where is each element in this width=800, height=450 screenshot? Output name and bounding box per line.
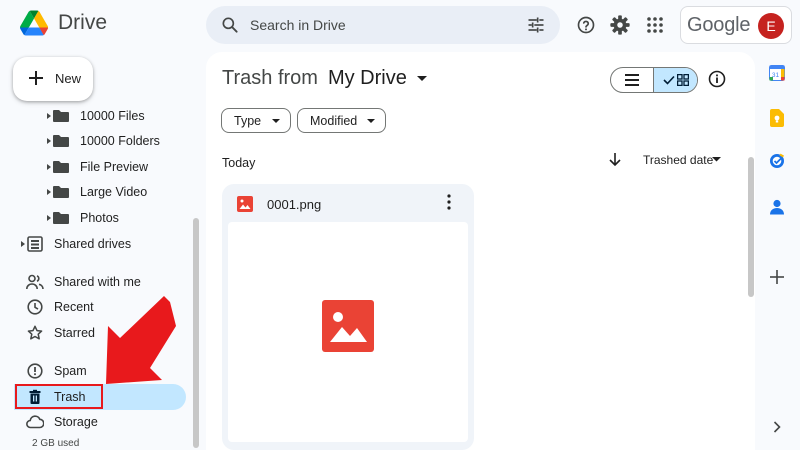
sidebar-item-label: Shared with me xyxy=(54,275,141,289)
grid-view-icon xyxy=(676,74,689,86)
plus-icon xyxy=(26,68,46,88)
file-name: 0001.png xyxy=(267,197,322,212)
search-icon[interactable] xyxy=(220,15,240,35)
chevron-down-icon xyxy=(367,119,375,124)
list-view-button[interactable] xyxy=(611,68,655,92)
list-view-icon xyxy=(625,74,639,86)
folder-icon xyxy=(52,108,70,125)
sidebar-scrollbar[interactable] xyxy=(193,218,199,448)
spam-icon xyxy=(26,362,44,380)
search-input[interactable]: Search in Drive xyxy=(250,17,346,33)
keep-icon[interactable] xyxy=(768,109,786,127)
sidebar-folder-photos[interactable]: Photos xyxy=(0,205,190,231)
info-icon[interactable] xyxy=(708,70,726,88)
sidebar-item-storage[interactable]: Storage xyxy=(0,409,190,435)
folder-icon xyxy=(52,209,70,227)
main-content: Trash from My Drive Type Modified Today … xyxy=(206,52,755,450)
account-switcher[interactable]: Google E xyxy=(680,6,792,44)
chevron-down-icon xyxy=(272,119,280,124)
folder-icon xyxy=(52,132,70,150)
help-icon[interactable] xyxy=(574,13,598,37)
apps-grid-icon[interactable] xyxy=(643,13,667,37)
sidebar-item-shared-drives[interactable]: Shared drives xyxy=(0,231,190,257)
drive-logo[interactable]: Drive xyxy=(20,10,107,36)
sidebar-folder-10000-folders[interactable]: 10000 Folders xyxy=(0,128,190,154)
new-button-label: New xyxy=(55,71,82,86)
search-options-icon[interactable] xyxy=(526,15,546,35)
clock-icon xyxy=(26,298,44,316)
modified-filter-chip[interactable]: Modified xyxy=(297,108,386,133)
svg-text:31: 31 xyxy=(772,72,780,79)
modified-filter-label: Modified xyxy=(310,113,358,128)
chevron-right-icon[interactable] xyxy=(768,418,786,436)
sidebar-item-label: Photos xyxy=(80,211,119,225)
avatar[interactable]: E xyxy=(758,13,784,39)
location-caret-icon[interactable] xyxy=(416,75,427,82)
drive-logo-icon xyxy=(20,10,48,36)
folder-icon xyxy=(52,158,70,176)
grid-view-button[interactable] xyxy=(654,68,697,92)
add-addon-plus-icon[interactable] xyxy=(768,268,786,286)
chevron-down-icon[interactable] xyxy=(712,157,721,162)
sidebar-item-label: 10000 Files xyxy=(80,109,145,123)
google-brand-text: Google xyxy=(687,14,751,36)
file-card[interactable]: 0001.png xyxy=(222,184,474,450)
annotation-arrow-icon xyxy=(70,292,180,384)
new-button[interactable]: New xyxy=(13,57,93,101)
folder-icon xyxy=(52,183,70,201)
tasks-icon[interactable] xyxy=(768,152,786,170)
sidebar-item-label: 10000 Folders xyxy=(80,134,160,148)
sort-direction-arrow-icon[interactable] xyxy=(608,152,622,168)
highlight-box-annotation xyxy=(15,384,103,409)
shared-drives-icon xyxy=(26,235,44,253)
sidebar-item-label: Shared drives xyxy=(54,237,132,251)
storage-used-text: 2 GB used xyxy=(32,438,80,449)
sidebar-folder-10000-files[interactable]: 10000 Files xyxy=(0,108,190,129)
check-icon xyxy=(662,75,675,85)
sidebar-folder-file-preview[interactable]: File Preview xyxy=(0,154,190,180)
sidebar-item-label: File Preview xyxy=(80,160,149,174)
location-dropdown[interactable]: My Drive xyxy=(328,67,407,90)
image-icon xyxy=(237,196,253,212)
search-bar[interactable]: Search in Drive xyxy=(206,6,560,44)
image-placeholder-icon xyxy=(322,300,374,352)
file-thumbnail[interactable] xyxy=(228,222,468,442)
star-icon xyxy=(26,324,44,342)
page-title: Trash from My Drive xyxy=(222,67,427,90)
sidebar-item-label: Storage xyxy=(54,415,98,429)
more-options-icon[interactable] xyxy=(447,194,451,210)
app-name: Drive xyxy=(58,11,108,34)
calendar-icon[interactable]: 31 xyxy=(768,64,786,82)
settings-gear-icon[interactable] xyxy=(608,13,632,37)
type-filter-chip[interactable]: Type xyxy=(221,108,291,133)
sidebar-item-label: Large Video xyxy=(80,185,148,199)
people-icon xyxy=(26,273,44,291)
view-toggle[interactable] xyxy=(610,67,698,93)
section-header-today: Today xyxy=(222,156,256,170)
type-filter-label: Type xyxy=(234,113,262,128)
sidebar-folder-large-video[interactable]: Large Video xyxy=(0,179,190,205)
contacts-icon[interactable] xyxy=(768,198,786,216)
sort-by-dropdown[interactable]: Trashed date xyxy=(643,153,713,167)
main-scrollbar[interactable] xyxy=(748,157,754,297)
cloud-icon xyxy=(26,413,44,431)
title-prefix: Trash from xyxy=(222,67,318,89)
